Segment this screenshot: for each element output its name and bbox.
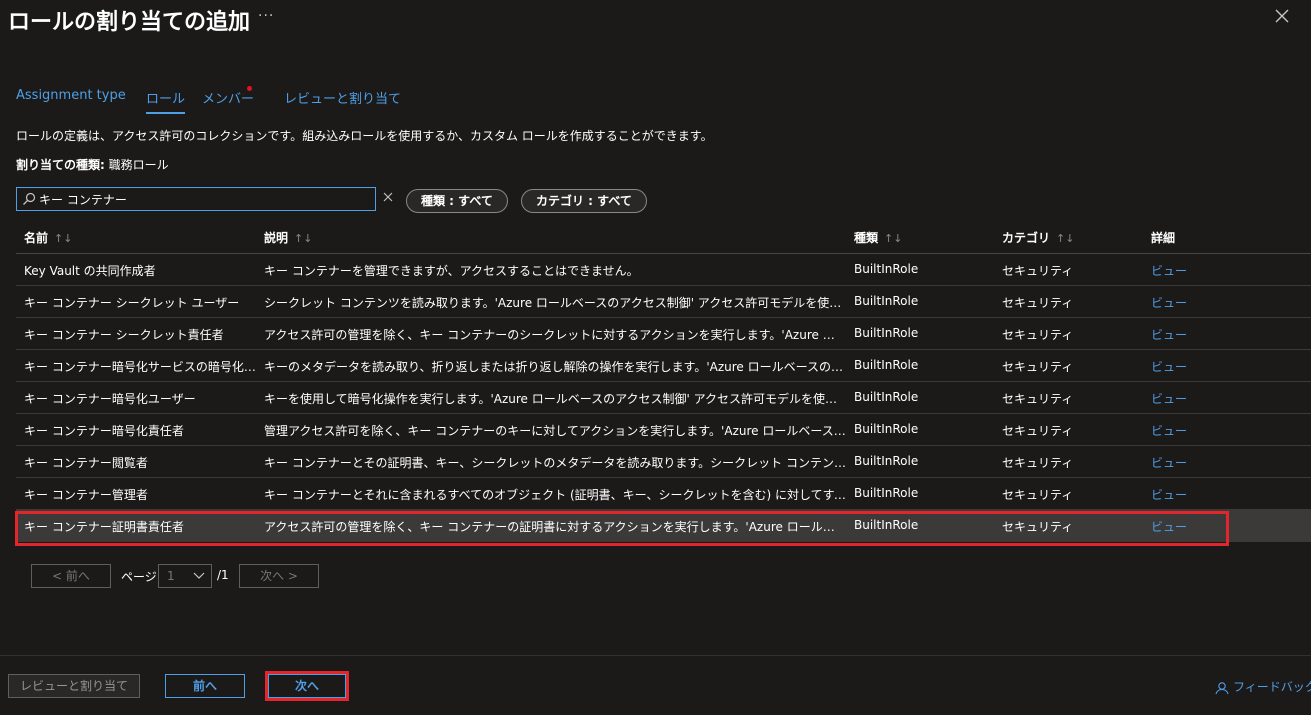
role-name: キー コンテナー暗号化サービスの暗号化 (プレビュー): [24, 360, 256, 374]
role-category: セキュリティ: [1002, 296, 1074, 310]
view-details-link[interactable]: ビュー: [1151, 486, 1211, 503]
tab-members[interactable]: メンバー: [202, 88, 254, 114]
role-type: BuiltInRole: [854, 454, 919, 468]
tab-review-assign[interactable]: レビューと割り当て: [284, 88, 401, 114]
role-description: キー コンテナーとそれに含まれるすべてのオブジェクト (証明書、キー、シークレッ…: [264, 488, 846, 502]
role-category: セキュリティ: [1002, 392, 1074, 406]
role-description: アクセス許可の管理を除く、キー コンテナーの証明書に対するアクションを実行します…: [264, 520, 846, 534]
page-select[interactable]: 1: [158, 564, 212, 588]
column-header-description[interactable]: 説明 ↑↓: [264, 229, 312, 246]
role-description: キー コンテナーとその証明書、キー、シークレットのメタデータを読み取ります。シー…: [264, 456, 846, 470]
category-filter-button[interactable]: カテゴリ : すべて: [521, 189, 647, 213]
feedback-link[interactable]: フィードバック: [1214, 678, 1311, 695]
role-description: 管理アクセス許可を除く、キー コンテナーのキーに対してアクションを実行します。'…: [264, 424, 846, 438]
tab-assignment-type[interactable]: Assignment type: [16, 88, 126, 114]
role-type: BuiltInRole: [854, 422, 919, 436]
role-type: BuiltInRole: [854, 518, 919, 532]
role-category: セキュリティ: [1002, 424, 1074, 438]
role-type: BuiltInRole: [854, 262, 919, 276]
column-header-name[interactable]: 名前 ↑↓: [24, 229, 72, 246]
view-details-link[interactable]: ビュー: [1151, 518, 1211, 535]
assignment-type-text: 割り当ての種類: 職務ロール: [16, 156, 169, 173]
page-total: /1: [217, 568, 229, 582]
close-icon[interactable]: [1272, 6, 1292, 26]
column-header-type[interactable]: 種類 ↑↓: [854, 229, 902, 246]
role-category: セキュリティ: [1002, 328, 1074, 342]
page-select-value: 1: [167, 569, 175, 583]
role-category: セキュリティ: [1002, 488, 1074, 502]
sort-icon[interactable]: ↑↓: [54, 232, 72, 245]
table-row[interactable]: キー コンテナー シークレット責任者 アクセス許可の管理を除く、キー コンテナー…: [16, 318, 1311, 350]
table-row-selected[interactable]: キー コンテナー証明書責任者 アクセス許可の管理を除く、キー コンテナーの証明書…: [16, 510, 1311, 542]
roles-table: 名前 ↑↓ 説明 ↑↓ 種類 ↑↓ カテゴリ ↑↓ 詳細 Key Vault の共同作成…: [16, 222, 1311, 542]
table-row[interactable]: キー コンテナー暗号化ユーザー キーを使用して暗号化操作を実行します。'Azur…: [16, 382, 1311, 414]
table-header: 名前 ↑↓ 説明 ↑↓ 種類 ↑↓ カテゴリ ↑↓ 詳細: [16, 222, 1311, 254]
sort-icon[interactable]: ↑↓: [1056, 232, 1074, 245]
view-details-link[interactable]: ビュー: [1151, 262, 1211, 279]
role-name: キー コンテナー管理者: [24, 488, 148, 502]
tab-role[interactable]: ロール: [146, 88, 186, 114]
feedback-label: フィードバック: [1233, 680, 1311, 694]
role-category: セキュリティ: [1002, 456, 1074, 470]
table-row[interactable]: キー コンテナー管理者 キー コンテナーとそれに含まれるすべてのオブジェクト (…: [16, 478, 1311, 510]
role-type: BuiltInRole: [854, 390, 919, 404]
role-type: BuiltInRole: [854, 294, 919, 308]
footer-divider: [0, 655, 1311, 656]
view-details-link[interactable]: ビュー: [1151, 454, 1211, 471]
next-page-button[interactable]: 次へ >: [239, 564, 319, 588]
chevron-down-icon: [193, 572, 205, 579]
role-description: キー コンテナーを管理できますが、アクセスすることはできません。: [264, 264, 639, 278]
type-filter-button[interactable]: 種類 : すべて: [406, 189, 508, 213]
feedback-icon: [1215, 681, 1229, 694]
role-category: セキュリティ: [1002, 520, 1074, 534]
view-details-link[interactable]: ビュー: [1151, 358, 1211, 375]
page-label: ページ: [121, 570, 157, 584]
role-type: BuiltInRole: [854, 326, 919, 340]
column-header-details: 詳細: [1151, 231, 1176, 245]
role-name: キー コンテナー暗号化ユーザー: [24, 392, 196, 406]
role-name: キー コンテナー シークレット ユーザー: [24, 296, 240, 310]
previous-button[interactable]: 前へ: [165, 674, 245, 698]
table-row[interactable]: キー コンテナー シークレット ユーザー シークレット コンテンツを読み取ります…: [16, 286, 1311, 318]
role-description-text: ロールの定義は、アクセス許可のコレクションです。組み込みロールを使用するか、カス…: [16, 129, 713, 143]
role-category: セキュリティ: [1002, 264, 1074, 278]
role-name: キー コンテナー暗号化責任者: [24, 424, 184, 438]
page-title: ロールの割り当ての追加: [8, 10, 251, 35]
role-description: アクセス許可の管理を除く、キー コンテナーのシークレットに対するアクションを実行…: [264, 328, 846, 342]
role-name: キー コンテナー シークレット責任者: [24, 328, 224, 342]
view-details-link[interactable]: ビュー: [1151, 422, 1211, 439]
search-input[interactable]: [39, 190, 369, 208]
tab-members-label: メンバー: [202, 92, 255, 107]
role-type: BuiltInRole: [854, 486, 919, 500]
role-description: キーのメタデータを読み取り、折り返しまたは折り返し解除の操作を実行します。'Az…: [264, 360, 846, 374]
view-details-link[interactable]: ビュー: [1151, 326, 1211, 343]
more-options-icon[interactable]: ···: [258, 8, 274, 24]
prev-page-button[interactable]: < 前へ: [31, 564, 111, 588]
role-description: キーを使用して暗号化操作を実行します。'Azure ロールベースのアクセス制御'…: [264, 392, 846, 406]
role-name: キー コンテナー閲覧者: [24, 456, 148, 470]
table-row[interactable]: キー コンテナー暗号化サービスの暗号化 (プレビュー) キーのメタデータを読み取…: [16, 350, 1311, 382]
required-indicator: [247, 86, 252, 91]
table-row[interactable]: キー コンテナー閲覧者 キー コンテナーとその証明書、キー、シークレットのメタデ…: [16, 446, 1311, 478]
search-icon: [23, 192, 36, 205]
review-assign-button[interactable]: レビューと割り当て: [8, 674, 140, 698]
column-header-category[interactable]: カテゴリ ↑↓: [1002, 229, 1074, 246]
view-details-link[interactable]: ビュー: [1151, 390, 1211, 407]
view-details-link[interactable]: ビュー: [1151, 294, 1211, 311]
table-row[interactable]: Key Vault の共同作成者 キー コンテナーを管理できますが、アクセスする…: [16, 254, 1311, 286]
role-description: シークレット コンテンツを読み取ります。'Azure ロールベースのアクセス制御…: [264, 296, 846, 310]
sort-icon[interactable]: ↑↓: [884, 232, 902, 245]
role-name: Key Vault の共同作成者: [24, 264, 156, 278]
next-button[interactable]: 次へ: [268, 674, 346, 698]
assignment-type-label: 割り当ての種類:: [16, 158, 105, 172]
sort-icon[interactable]: ↑↓: [294, 232, 312, 245]
assignment-type-value: 職務ロール: [108, 158, 169, 172]
role-category: セキュリティ: [1002, 360, 1074, 374]
table-row[interactable]: キー コンテナー暗号化責任者 管理アクセス許可を除く、キー コンテナーのキーに対…: [16, 414, 1311, 446]
role-type: BuiltInRole: [854, 358, 919, 372]
clear-search-icon[interactable]: [382, 191, 394, 203]
role-search-box[interactable]: [16, 187, 376, 211]
role-name: キー コンテナー証明書責任者: [24, 520, 184, 534]
